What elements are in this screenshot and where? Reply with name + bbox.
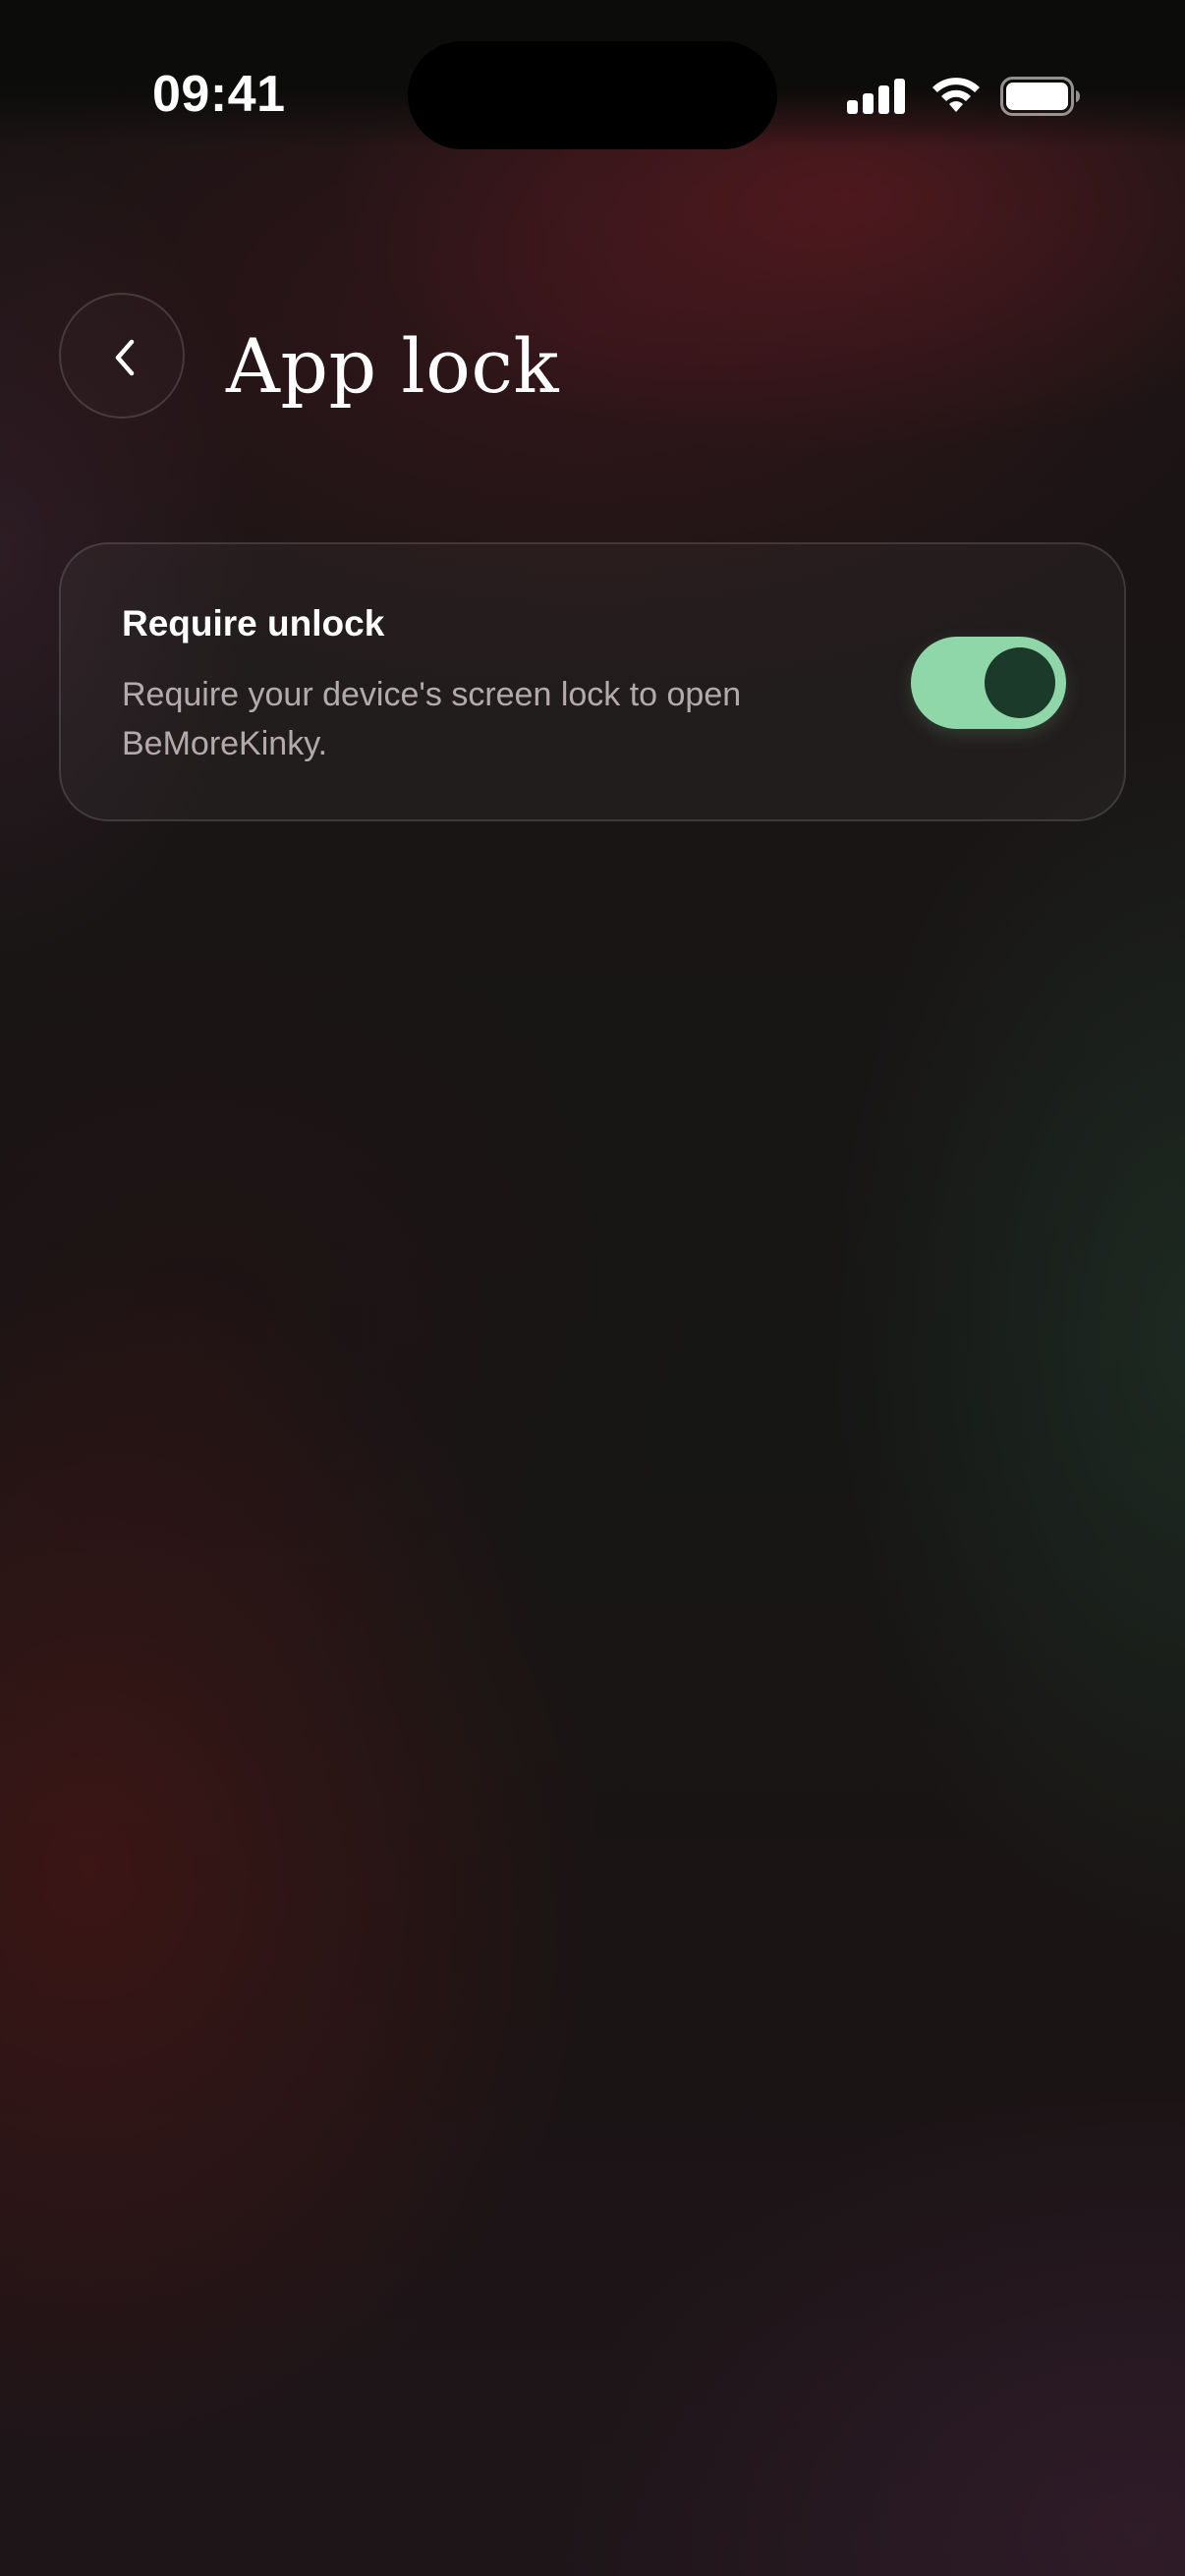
- status-time: 09:41: [152, 66, 286, 123]
- app-lock-screen: 09:41 App lock Require unlock Require yo…: [0, 0, 1185, 2576]
- setting-description: Require your device's screen lock to ope…: [122, 676, 742, 762]
- require-unlock-toggle[interactable]: [911, 637, 1066, 729]
- back-button[interactable]: [59, 293, 185, 419]
- status-bar: 09:41: [0, 0, 1185, 149]
- wifi-icon: [932, 78, 980, 112]
- page-title: App lock: [226, 322, 560, 410]
- status-icons: [847, 71, 1083, 120]
- dynamic-island: [408, 41, 777, 149]
- setting-title: Require unlock: [122, 603, 385, 644]
- require-unlock-card: Require unlock Require your device's scr…: [59, 542, 1126, 821]
- cellular-signal-icon: [847, 79, 905, 114]
- chevron-left-icon: [115, 339, 135, 376]
- battery-icon: [1000, 77, 1080, 116]
- toggle-knob: [985, 647, 1055, 718]
